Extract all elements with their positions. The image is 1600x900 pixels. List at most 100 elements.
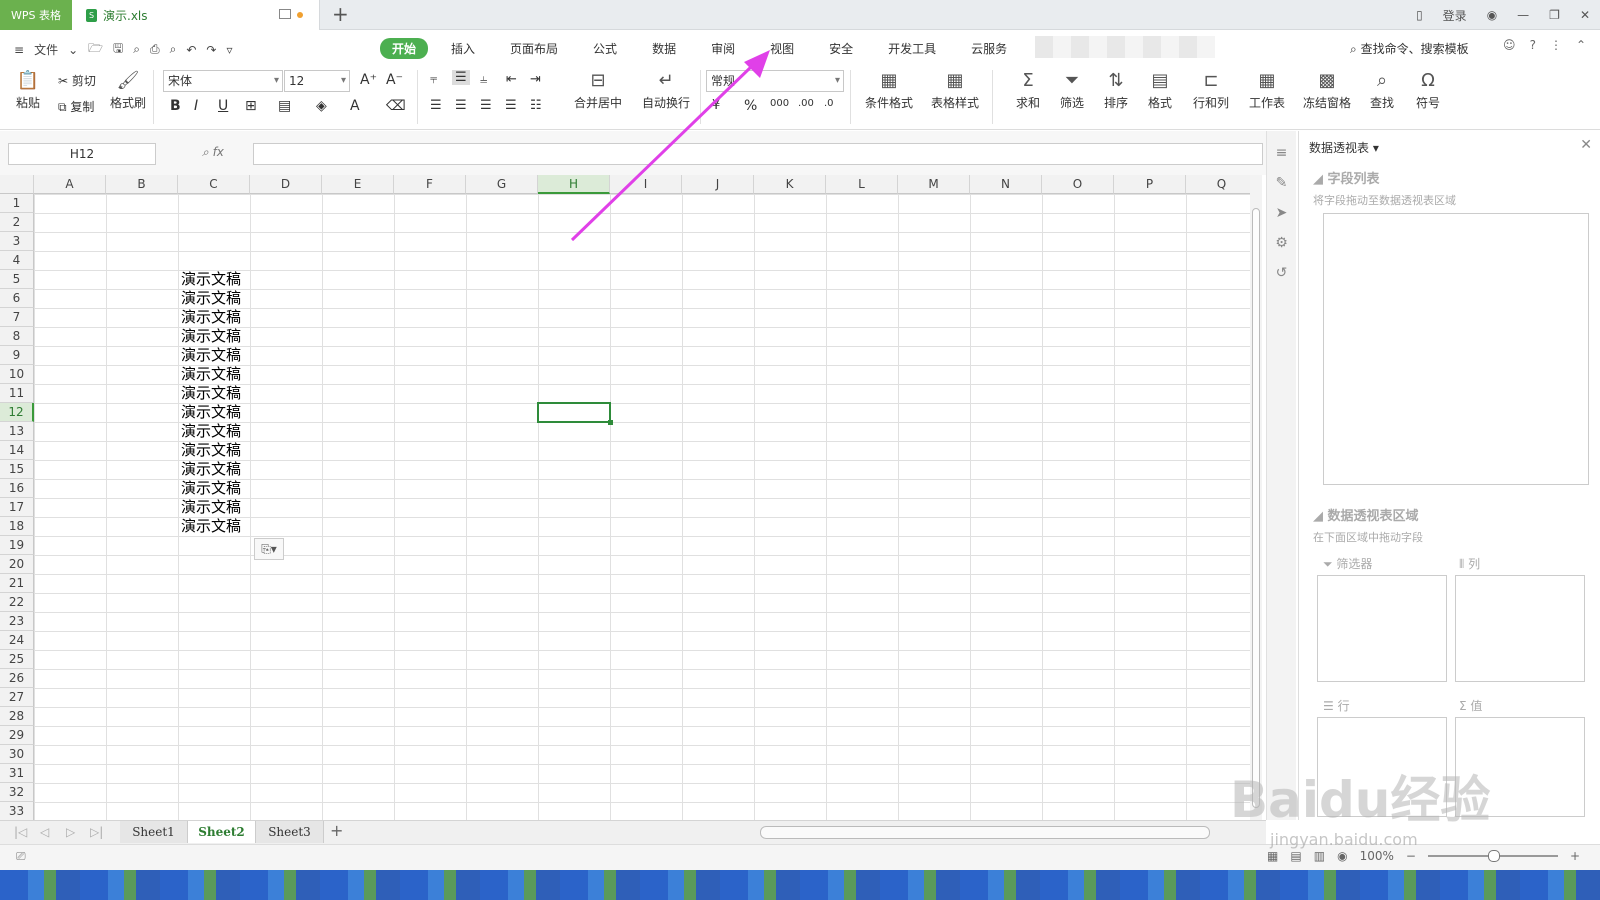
- row-header-2[interactable]: 2: [0, 213, 34, 232]
- add-sheet-button[interactable]: +: [330, 821, 343, 840]
- sheet-tab-3[interactable]: Sheet3: [256, 821, 324, 843]
- align-top-icon[interactable]: ⫧: [430, 72, 437, 87]
- row-header-24[interactable]: 24: [0, 631, 34, 650]
- zoom-slider[interactable]: [1427, 850, 1558, 862]
- row-header-15[interactable]: 15: [0, 460, 34, 479]
- row-header-26[interactable]: 26: [0, 669, 34, 688]
- paste-options-icon[interactable]: ⎘▾: [254, 538, 284, 560]
- zoom-in-icon[interactable]: +: [1570, 849, 1580, 863]
- row-header-32[interactable]: 32: [0, 783, 34, 802]
- new-tab-button[interactable]: +: [332, 2, 349, 26]
- percent-icon[interactable]: %: [744, 98, 757, 114]
- tab-formulas[interactable]: 公式: [581, 38, 629, 59]
- zoom-icon[interactable]: ⌕: [202, 145, 209, 159]
- align-bottom-icon[interactable]: ⫨: [480, 72, 487, 87]
- bold-icon[interactable]: B: [170, 98, 181, 114]
- first-sheet-icon[interactable]: |◁: [14, 825, 27, 839]
- sheet-tab-1[interactable]: Sheet1: [120, 821, 188, 843]
- filter-drop-box[interactable]: [1317, 575, 1447, 682]
- row-header-11[interactable]: 11: [0, 384, 34, 403]
- cell-c7[interactable]: 演示文稿: [181, 308, 241, 327]
- underline-icon[interactable]: U: [218, 98, 228, 114]
- find-icon[interactable]: ⌕: [133, 42, 140, 57]
- column-header-i[interactable]: I: [610, 175, 682, 194]
- row-header-18[interactable]: 18: [0, 517, 34, 536]
- close-icon[interactable]: ✕: [1580, 8, 1590, 22]
- cell-c11[interactable]: 演示文稿: [181, 384, 241, 403]
- row-header-13[interactable]: 13: [0, 422, 34, 441]
- align-middle-icon[interactable]: ☰: [452, 70, 470, 85]
- row-header-29[interactable]: 29: [0, 726, 34, 745]
- feedback-icon[interactable]: ☺: [1503, 38, 1516, 52]
- symbol-button[interactable]: Ω 符号: [1408, 70, 1448, 111]
- cell-c15[interactable]: 演示文稿: [181, 460, 241, 479]
- tab-insert[interactable]: 插入: [439, 38, 487, 59]
- zoom-out-icon[interactable]: −: [1406, 849, 1416, 863]
- tab-view[interactable]: 视图: [758, 38, 806, 59]
- cell-c18[interactable]: 演示文稿: [181, 517, 241, 536]
- redo-icon[interactable]: ↷: [206, 43, 216, 57]
- column-header-o[interactable]: O: [1042, 175, 1114, 194]
- column-header-c[interactable]: C: [178, 175, 250, 194]
- undo-icon[interactable]: ↶: [186, 43, 196, 57]
- hamburger-icon[interactable]: ≡: [14, 43, 24, 57]
- fx-icon[interactable]: fx: [213, 145, 224, 159]
- find-button[interactable]: ⌕ 查找: [1362, 70, 1402, 111]
- spreadsheet-grid[interactable]: A B C D E F G H I J K L M N O P Q 1 2 3 4 5 6 7 8 9 10 11 12 13 14 15 16…: [0, 175, 1250, 820]
- cut-button[interactable]: ✂ 剪切: [58, 72, 96, 89]
- layout-icon[interactable]: ▯: [1416, 8, 1423, 22]
- row-header-21[interactable]: 21: [0, 574, 34, 593]
- clear-icon[interactable]: ⌫: [386, 98, 406, 114]
- row-header-19[interactable]: 19: [0, 536, 34, 555]
- column-header-q[interactable]: Q: [1186, 175, 1250, 194]
- horizontal-scrollbar[interactable]: [760, 826, 1210, 839]
- print-icon[interactable]: ⎙: [150, 42, 160, 57]
- cell-style-icon[interactable]: ▤: [278, 98, 291, 114]
- font-color-icon[interactable]: A: [350, 98, 360, 114]
- row-header-28[interactable]: 28: [0, 707, 34, 726]
- column-header-d[interactable]: D: [250, 175, 322, 194]
- column-header-p[interactable]: P: [1114, 175, 1186, 194]
- cell-c9[interactable]: 演示文稿: [181, 346, 241, 365]
- normal-view-icon[interactable]: ▦: [1267, 849, 1278, 863]
- more-icon[interactable]: ⋮: [1550, 38, 1562, 52]
- increase-font-icon[interactable]: A⁺: [360, 72, 377, 88]
- column-header-l[interactable]: L: [826, 175, 898, 194]
- row-header-17[interactable]: 17: [0, 498, 34, 517]
- justify-icon[interactable]: ☰: [505, 98, 517, 113]
- column-header-j[interactable]: J: [682, 175, 754, 194]
- column-header-m[interactable]: M: [898, 175, 970, 194]
- sheet-tab-2[interactable]: Sheet2: [188, 821, 256, 843]
- cell-c17[interactable]: 演示文稿: [181, 498, 241, 517]
- filter-button[interactable]: ⏷ 筛选: [1052, 70, 1092, 111]
- cell-c10[interactable]: 演示文稿: [181, 365, 241, 384]
- conditional-format-button[interactable]: ▦ 条件格式: [858, 70, 920, 111]
- align-center-icon[interactable]: ☰: [455, 98, 467, 113]
- help-icon[interactable]: ?: [1530, 38, 1536, 52]
- sort-button[interactable]: ⇅ 排序: [1096, 70, 1136, 111]
- decrease-font-icon[interactable]: A⁻: [386, 72, 403, 88]
- row-header-8[interactable]: 8: [0, 327, 34, 346]
- cell-c14[interactable]: 演示文稿: [181, 441, 241, 460]
- row-header-16[interactable]: 16: [0, 479, 34, 498]
- page-layout-icon[interactable]: ▤: [1290, 849, 1301, 863]
- row-header-23[interactable]: 23: [0, 612, 34, 631]
- name-box[interactable]: H12: [8, 143, 156, 165]
- cell-c13[interactable]: 演示文稿: [181, 422, 241, 441]
- column-header-a[interactable]: A: [34, 175, 106, 194]
- row-header-10[interactable]: 10: [0, 365, 34, 384]
- customize-icon[interactable]: ▿: [226, 43, 232, 57]
- column-header-g[interactable]: G: [466, 175, 538, 194]
- eye-icon[interactable]: ◉: [1337, 849, 1347, 863]
- collapse-ribbon-icon[interactable]: ⌃: [1576, 38, 1586, 52]
- increase-decimal-icon[interactable]: .00: [798, 98, 814, 109]
- tab-review[interactable]: 审阅: [699, 38, 747, 59]
- row-header-5[interactable]: 5: [0, 270, 34, 289]
- row-header-3[interactable]: 3: [0, 232, 34, 251]
- macro-icon[interactable]: ⎚: [16, 849, 26, 864]
- row-header-14[interactable]: 14: [0, 441, 34, 460]
- history-icon[interactable]: ↺: [1267, 265, 1296, 281]
- copy-button[interactable]: ⧉ 复制: [58, 98, 94, 115]
- number-format-select[interactable]: 常规: [706, 70, 844, 92]
- row-header-1[interactable]: 1: [0, 194, 34, 213]
